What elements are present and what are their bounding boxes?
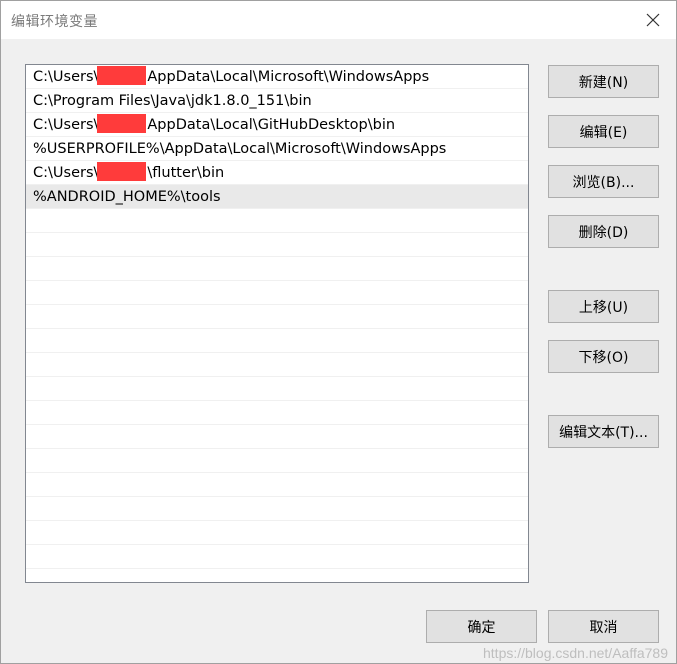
path-text-suffix: AppData\Local\Microsoft\WindowsApps [147,69,430,85]
edit-text-button[interactable]: 编辑文本(T)... [548,415,659,448]
path-text: %ANDROID_HOME%\tools [33,189,221,205]
empty-list-row[interactable] [26,257,528,281]
empty-list-row[interactable] [26,233,528,257]
path-list-item[interactable]: %USERPROFILE%\AppData\Local\Microsoft\Wi… [26,137,528,161]
path-text: C:\Users\ [33,69,99,85]
empty-list-row[interactable] [26,209,528,233]
cancel-button[interactable]: 取消 [548,610,659,643]
empty-list-row[interactable] [26,497,528,521]
empty-list-row[interactable] [26,305,528,329]
redacted-username [97,114,147,133]
browse-button[interactable]: 浏览(B)... [548,165,659,198]
path-list-item[interactable]: C:\Program Files\Java\jdk1.8.0_151\bin [26,89,528,113]
redacted-username [97,66,147,85]
path-list-item[interactable]: C:\Users\ \flutter\bin [26,161,528,185]
empty-list-row[interactable] [26,449,528,473]
new-button[interactable]: 新建(N) [548,65,659,98]
path-list[interactable]: C:\Users\ AppData\Local\Microsoft\Windows… [25,64,529,583]
path-list-item[interactable]: C:\Users\ AppData\Local\GitHubDesktop\bin [26,113,528,137]
empty-list-row[interactable] [26,425,528,449]
empty-list-row[interactable] [26,401,528,425]
title-bar: 编辑环境变量 [1,1,676,39]
empty-list-row[interactable] [26,329,528,353]
path-text: C:\Users\ [33,117,99,133]
empty-list-row[interactable] [26,473,528,497]
path-text: C:\Users\ [33,165,99,181]
empty-list-row[interactable] [26,281,528,305]
path-text: C:\Program Files\Java\jdk1.8.0_151\bin [33,93,312,109]
close-icon [646,13,660,27]
move-down-button[interactable]: 下移(O) [548,340,659,373]
empty-list-row[interactable] [26,545,528,569]
path-list-item[interactable]: %ANDROID_HOME%\tools [26,185,528,209]
path-text-suffix: \flutter\bin [147,165,225,181]
redacted-username [97,162,147,181]
path-text: %USERPROFILE%\AppData\Local\Microsoft\Wi… [33,141,447,157]
empty-list-row[interactable] [26,377,528,401]
close-button[interactable] [630,1,676,39]
edit-environment-variable-dialog: 编辑环境变量 C:\Users\ AppData\Local\Microsoft\… [0,0,677,664]
move-up-button[interactable]: 上移(U) [548,290,659,323]
path-text-suffix: AppData\Local\GitHubDesktop\bin [147,117,396,133]
delete-button[interactable]: 删除(D) [548,215,659,248]
watermark: https://blog.csdn.net/Aaffa789 [483,645,668,661]
empty-list-row[interactable] [26,353,528,377]
ok-button[interactable]: 确定 [426,610,537,643]
window-title: 编辑环境变量 [11,14,98,30]
edit-button[interactable]: 编辑(E) [548,115,659,148]
empty-list-row[interactable] [26,521,528,545]
path-list-item[interactable]: C:\Users\ AppData\Local\Microsoft\Windows… [26,65,528,89]
